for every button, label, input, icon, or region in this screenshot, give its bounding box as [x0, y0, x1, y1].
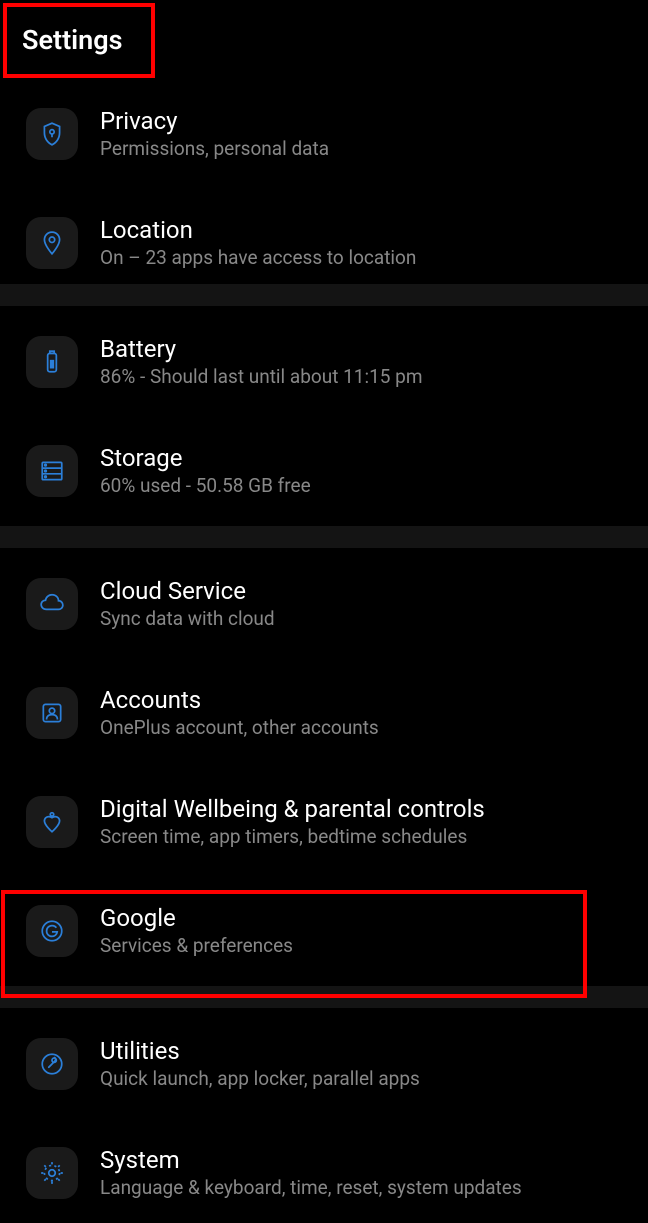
settings-item-storage[interactable]: Storage 60% used - 50.58 GB free: [0, 429, 648, 512]
shield-keyhole-icon: [26, 108, 78, 160]
storage-icon: [26, 445, 78, 497]
item-title: Google: [100, 904, 293, 932]
item-subtitle: 60% used - 50.58 GB free: [100, 474, 311, 497]
battery-icon: [26, 336, 78, 388]
location-pin-icon: [26, 217, 78, 269]
settings-group-0: Privacy Permissions, personal data Locat…: [0, 92, 648, 284]
item-text: Accounts OnePlus account, other accounts: [100, 686, 379, 739]
item-title: Cloud Service: [100, 577, 275, 605]
item-subtitle: Permissions, personal data: [100, 137, 329, 160]
settings-group-1: Battery 86% - Should last until about 11…: [0, 306, 648, 526]
settings-item-battery[interactable]: Battery 86% - Should last until about 11…: [0, 320, 648, 403]
settings-item-google[interactable]: Google Services & preferences: [0, 889, 648, 972]
item-text: Storage 60% used - 50.58 GB free: [100, 444, 311, 497]
utilities-icon: [26, 1038, 78, 1090]
settings-item-wellbeing[interactable]: Digital Wellbeing & parental controls Sc…: [0, 780, 648, 863]
item-text: System Language & keyboard, time, reset,…: [100, 1146, 522, 1199]
item-subtitle: Sync data with cloud: [100, 607, 275, 630]
item-text: Utilities Quick launch, app locker, para…: [100, 1037, 420, 1090]
item-text: Location On – 23 apps have access to loc…: [100, 216, 416, 269]
item-subtitle: Quick launch, app locker, parallel apps: [100, 1067, 420, 1090]
section-divider: [0, 986, 648, 1008]
item-title: Storage: [100, 444, 311, 472]
settings-item-system[interactable]: System Language & keyboard, time, reset,…: [0, 1131, 648, 1214]
item-subtitle: On – 23 apps have access to location: [100, 246, 416, 269]
header: Settings: [0, 0, 648, 78]
item-title: Utilities: [100, 1037, 420, 1065]
item-title: Location: [100, 216, 416, 244]
system-gear-icon: [26, 1147, 78, 1199]
item-title: System: [100, 1146, 522, 1174]
google-icon: [26, 905, 78, 957]
settings-group-3: Utilities Quick launch, app locker, para…: [0, 1008, 648, 1214]
item-subtitle: Screen time, app timers, bedtime schedul…: [100, 825, 485, 848]
settings-item-privacy[interactable]: Privacy Permissions, personal data: [0, 92, 648, 175]
item-title: Battery: [100, 335, 422, 363]
wellbeing-icon: [26, 796, 78, 848]
item-text: Battery 86% - Should last until about 11…: [100, 335, 422, 388]
item-title: Digital Wellbeing & parental controls: [100, 795, 485, 823]
section-divider: [0, 284, 648, 306]
page-title: Settings: [22, 24, 626, 56]
cloud-icon: [26, 578, 78, 630]
item-text: Google Services & preferences: [100, 904, 293, 957]
item-text: Cloud Service Sync data with cloud: [100, 577, 275, 630]
settings-item-cloud[interactable]: Cloud Service Sync data with cloud: [0, 562, 648, 645]
item-text: Privacy Permissions, personal data: [100, 107, 329, 160]
settings-group-2: Cloud Service Sync data with cloud Accou…: [0, 548, 648, 986]
item-subtitle: OnePlus account, other accounts: [100, 716, 379, 739]
item-text: Digital Wellbeing & parental controls Sc…: [100, 795, 485, 848]
settings-item-utilities[interactable]: Utilities Quick launch, app locker, para…: [0, 1022, 648, 1105]
item-subtitle: Services & preferences: [100, 934, 293, 957]
item-subtitle: 86% - Should last until about 11:15 pm: [100, 365, 422, 388]
settings-item-location[interactable]: Location On – 23 apps have access to loc…: [0, 201, 648, 284]
accounts-icon: [26, 687, 78, 739]
item-subtitle: Language & keyboard, time, reset, system…: [100, 1176, 522, 1199]
item-title: Accounts: [100, 686, 379, 714]
item-title: Privacy: [100, 107, 329, 135]
settings-item-accounts[interactable]: Accounts OnePlus account, other accounts: [0, 671, 648, 754]
section-divider: [0, 526, 648, 548]
